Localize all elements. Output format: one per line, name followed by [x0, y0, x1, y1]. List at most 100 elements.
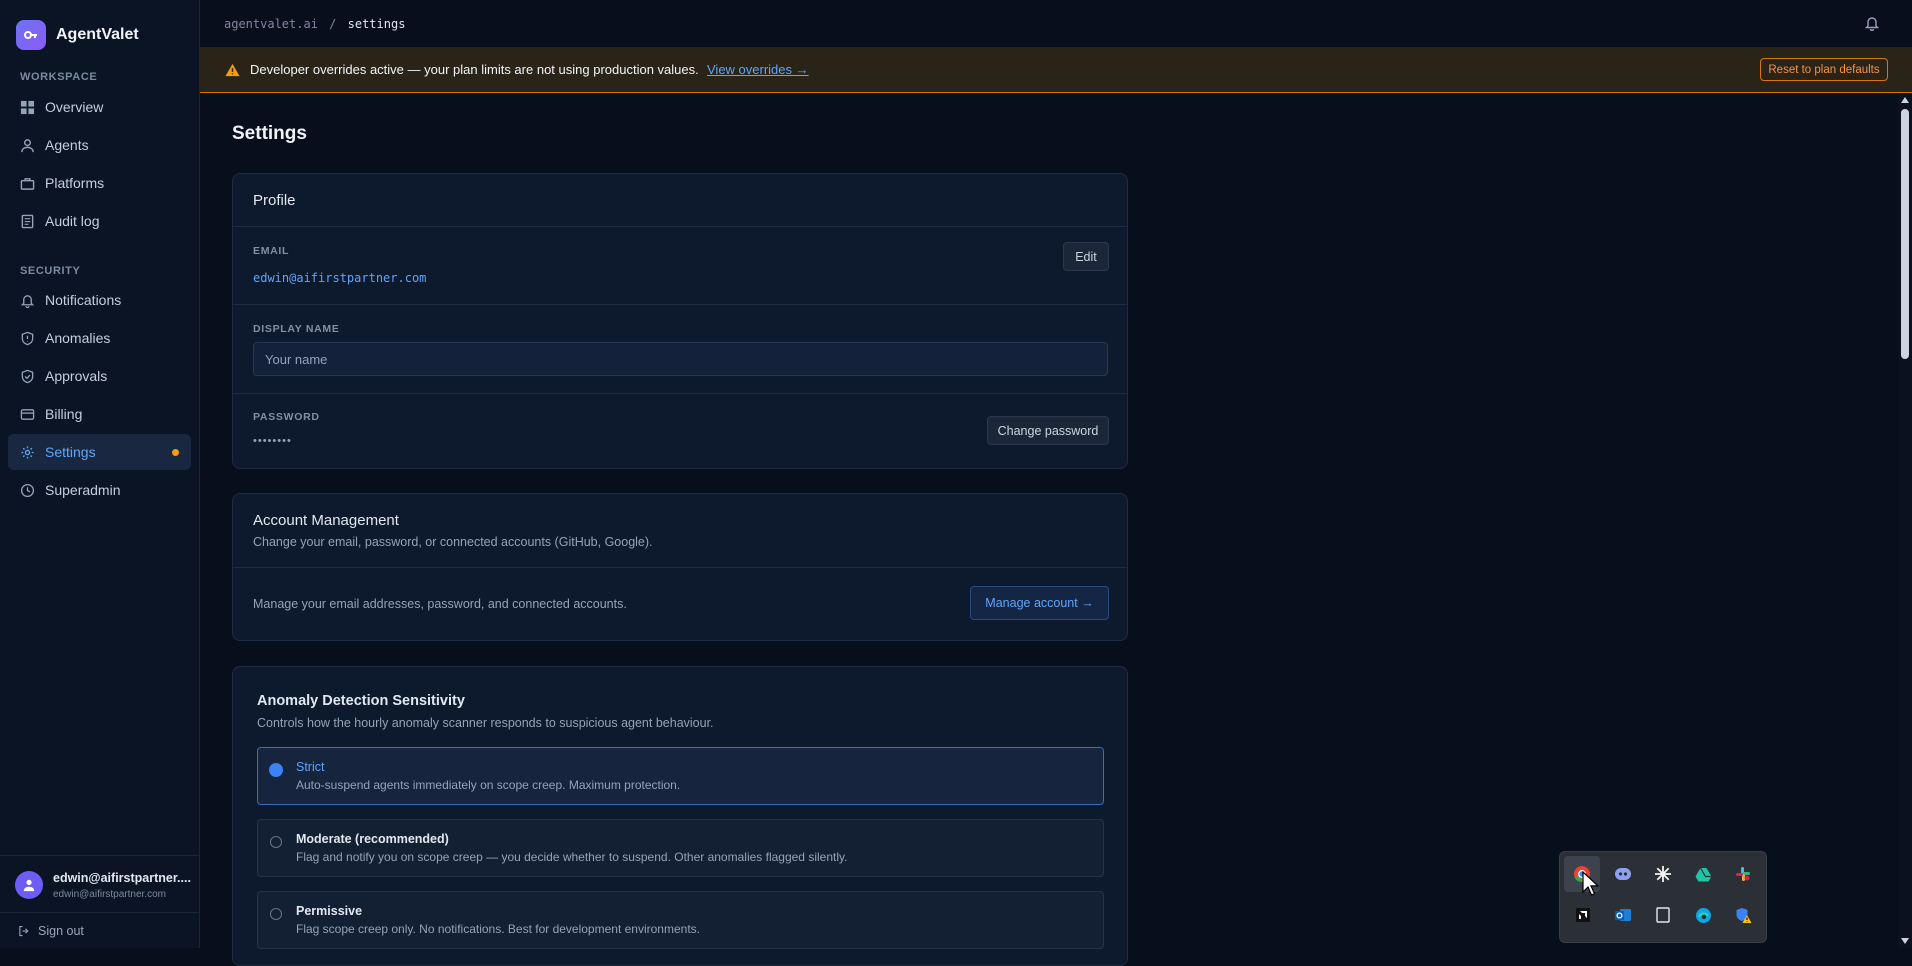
sign-out-icon — [19, 925, 29, 936]
status-dot — [172, 449, 179, 456]
divider — [233, 226, 1127, 227]
security-warning-icon[interactable] — [1731, 903, 1755, 927]
warning-icon — [225, 63, 240, 80]
email-value: edwin@aifirstpartner.com — [253, 271, 427, 285]
view-overrides-link[interactable]: View overrides → — [707, 62, 809, 77]
option-title: Permissive — [296, 904, 363, 918]
change-password-button[interactable]: Change password — [987, 416, 1109, 445]
option-description: Flag and notify you on scope creep — you… — [296, 850, 848, 864]
sidebar-item-superadmin[interactable]: Superadmin — [8, 472, 191, 508]
scroll-thumb[interactable] — [1901, 109, 1909, 359]
sidebar-item-settings[interactable]: Settings — [8, 434, 191, 470]
sidebar-item-overview[interactable]: Overview — [8, 89, 191, 125]
sidebar-item-label: Overview — [45, 99, 104, 115]
scroll-down-arrow-icon[interactable] — [1901, 938, 1909, 944]
breadcrumb: agentvalet.ai / settings — [224, 17, 405, 31]
gear-icon — [21, 445, 34, 459]
document-icon — [21, 214, 34, 228]
sidebar-item-label: Notifications — [45, 292, 122, 308]
discord-icon[interactable] — [1611, 862, 1635, 886]
sidebar-item-label: Billing — [45, 406, 83, 422]
mouse-cursor-icon — [1582, 870, 1600, 900]
anomaly-detection-title: Anomaly Detection Sensitivity — [257, 693, 465, 709]
anomaly-detection-card: Anomaly Detection Sensitivity Controls h… — [232, 666, 1128, 966]
scrollbar[interactable] — [1898, 93, 1912, 948]
user-email: edwin@aifirstpartner.com — [53, 889, 166, 900]
shield-check-icon — [21, 369, 34, 383]
brand[interactable]: AgentValet — [16, 20, 139, 50]
breadcrumb-domain[interactable]: agentvalet.ai — [224, 17, 318, 31]
user-icon — [21, 138, 34, 152]
grid-icon — [20, 100, 35, 114]
user-name: edwin@aifirstpartner.... — [53, 871, 191, 885]
option-description: Flag scope creep only. No notifications.… — [296, 922, 700, 936]
sensitivity-option-permissive[interactable]: Permissive Flag scope creep only. No not… — [257, 891, 1104, 949]
notifications-bell-icon[interactable] — [1864, 15, 1880, 34]
sidebar-item-label: Audit log — [45, 213, 100, 229]
account-management-card: Account Management Change your email, pa… — [232, 493, 1128, 641]
edge-icon[interactable] — [1691, 903, 1715, 927]
radio-unselected[interactable] — [270, 836, 282, 848]
divider — [233, 567, 1127, 568]
dev-overrides-banner: Developer overrides active — your plan l… — [200, 48, 1912, 93]
profile-card: Profile EMAIL edwin@aifirstpartner.com E… — [232, 173, 1128, 469]
slack-icon[interactable] — [1731, 862, 1755, 886]
option-description: Auto-suspend agents immediately on scope… — [296, 778, 681, 792]
sensitivity-option-moderate[interactable]: Moderate (recommended) Flag and notify y… — [257, 819, 1104, 877]
security-section-label: SECURITY — [20, 265, 81, 277]
brand-name: AgentValet — [56, 26, 139, 43]
sensitivity-option-strict[interactable]: Strict Auto-suspend agents immediately o… — [257, 747, 1104, 805]
notebook-icon[interactable] — [1651, 903, 1675, 927]
drive-icon[interactable] — [1691, 862, 1715, 886]
bell-icon — [20, 294, 35, 308]
user-profile[interactable]: edwin@aifirstpartner.... edwin@aifirstpa… — [0, 855, 199, 912]
breadcrumb-current: settings — [347, 17, 406, 31]
anomaly-detection-subtitle: Controls how the hourly anomaly scanner … — [257, 716, 714, 730]
password-label: PASSWORD — [253, 411, 320, 423]
sidebar-item-anomalies[interactable]: Anomalies — [8, 320, 191, 356]
avatar — [15, 871, 43, 899]
user-avatar-icon — [23, 879, 35, 892]
sidebar-item-label: Superadmin — [45, 482, 121, 498]
edit-email-button[interactable]: Edit — [1063, 242, 1109, 271]
profile-title: Profile — [253, 192, 296, 209]
scroll-up-arrow-icon[interactable] — [1901, 97, 1909, 103]
briefcase-icon — [20, 177, 35, 190]
amd-icon[interactable] — [1571, 903, 1595, 927]
outlook-icon[interactable] — [1611, 903, 1635, 927]
clock-icon — [20, 483, 35, 497]
sidebar-item-approvals[interactable]: Approvals — [8, 358, 191, 394]
top-bar: agentvalet.ai / settings — [200, 0, 1912, 48]
option-title: Strict — [296, 760, 325, 774]
manage-account-button[interactable]: Manage account → — [970, 586, 1109, 620]
shield-icon — [21, 331, 34, 345]
sidebar-item-agents[interactable]: Agents — [8, 127, 191, 163]
sidebar-item-label: Settings — [45, 444, 96, 460]
sidebar-item-platforms[interactable]: Platforms — [8, 165, 191, 201]
banner-message: Developer overrides active — your plan l… — [250, 62, 699, 77]
breadcrumb-separator: / — [329, 17, 337, 31]
password-value: •••••••• — [253, 435, 292, 447]
account-management-description: Manage your email addresses, password, a… — [253, 597, 627, 611]
divider — [233, 393, 1127, 394]
display-name-field[interactable] — [253, 342, 1108, 376]
sign-out-label: Sign out — [38, 923, 84, 938]
account-management-subtitle: Change your email, password, or connecte… — [253, 535, 653, 549]
email-label: EMAIL — [253, 245, 290, 257]
divider — [233, 304, 1127, 305]
option-title: Moderate (recommended) — [296, 832, 449, 846]
claude-icon[interactable] — [1651, 862, 1675, 886]
sidebar-item-label: Platforms — [45, 175, 105, 191]
sidebar-item-audit-log[interactable]: Audit log — [8, 203, 191, 239]
workspace-section-label: WORKSPACE — [20, 71, 98, 83]
sidebar-item-notifications[interactable]: Notifications — [8, 282, 191, 318]
sign-out-button[interactable]: Sign out — [0, 912, 199, 948]
key-logo-icon — [16, 20, 46, 50]
reset-to-plan-defaults-button[interactable]: Reset to plan defaults — [1760, 58, 1888, 81]
radio-selected[interactable] — [269, 763, 283, 777]
radio-unselected[interactable] — [270, 908, 282, 920]
sidebar-item-label: Approvals — [45, 368, 108, 384]
credit-card-icon — [20, 408, 35, 420]
display-name-label: DISPLAY NAME — [253, 323, 340, 335]
sidebar-item-billing[interactable]: Billing — [8, 396, 191, 432]
